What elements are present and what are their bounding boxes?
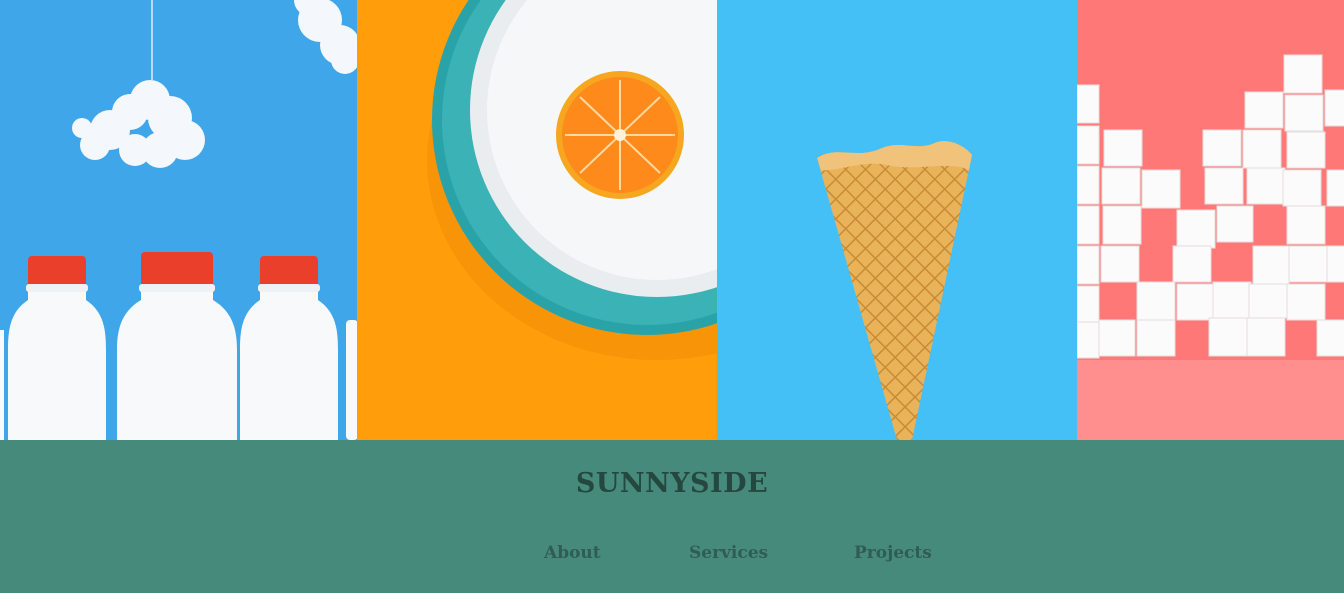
milk-bottles-illustration bbox=[0, 0, 357, 440]
orange-plate-illustration bbox=[357, 0, 717, 440]
gallery-image-ice-cream-cone bbox=[717, 0, 1077, 440]
image-gallery bbox=[0, 0, 1344, 440]
cone-illustration bbox=[717, 0, 1077, 440]
nav-link-about[interactable]: About bbox=[544, 543, 601, 563]
brand-logo[interactable]: sunnyside bbox=[0, 468, 1344, 499]
gallery-image-milk-bottles bbox=[0, 0, 357, 440]
nav-link-projects[interactable]: Projects bbox=[854, 543, 932, 563]
sugar-cubes-illustration bbox=[1077, 0, 1344, 440]
gallery-image-orange-plate bbox=[357, 0, 717, 440]
nav-link-services[interactable]: Services bbox=[689, 543, 768, 563]
gallery-image-sugar-cubes bbox=[1077, 0, 1344, 440]
footer-nav: About Services Projects bbox=[0, 543, 1344, 567]
site-footer: sunnyside About Services Projects bbox=[0, 440, 1344, 593]
